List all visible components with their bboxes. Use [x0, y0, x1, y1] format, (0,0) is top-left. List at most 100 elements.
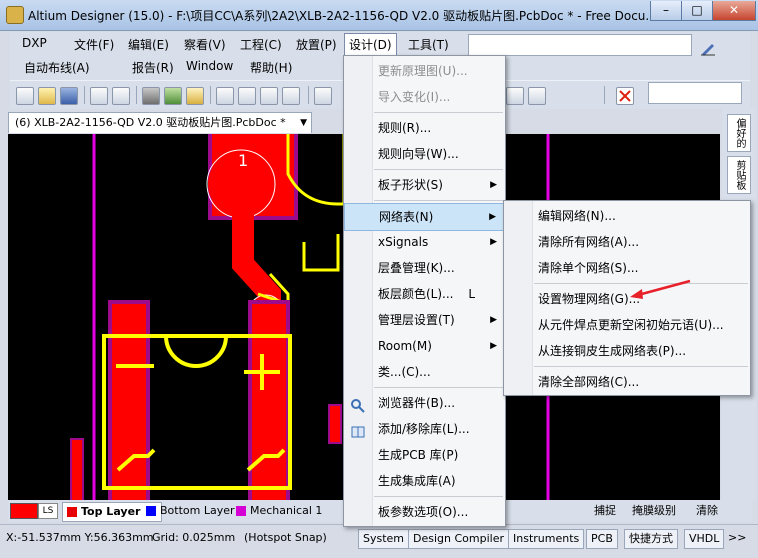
layer-set-button[interactable]: LS — [38, 503, 58, 519]
panel-button-design-compiler[interactable]: Design Compiler — [408, 529, 509, 549]
mask-level-button[interactable]: 掩膜级别 — [628, 502, 676, 520]
menu-help[interactable]: 帮助(H) — [246, 57, 296, 78]
clear-button[interactable]: 清除 — [692, 502, 718, 520]
zoom-filter-icon[interactable] — [282, 87, 300, 105]
board-icon[interactable] — [164, 87, 182, 105]
layer-color-swatch — [236, 506, 246, 516]
layer-color-swatch — [146, 506, 156, 516]
menu-dxp[interactable]: DXP — [18, 34, 51, 52]
snap-button[interactable]: 捕捉 — [590, 502, 616, 520]
toolbar-combo-top[interactable] — [468, 34, 692, 56]
menu-item-xsignals[interactable]: xSignals ▶ — [344, 229, 505, 255]
side-tab-clipboard[interactable]: 剪贴板 — [727, 156, 751, 194]
panel-button-system[interactable]: System — [358, 529, 410, 549]
menu-tools[interactable]: 工具(T) — [404, 34, 453, 55]
new-file-icon[interactable] — [16, 87, 34, 105]
menu-item-clear-all-networks[interactable]: 清除全部网络(C)... — [504, 369, 750, 395]
toolbar-separator — [308, 86, 309, 104]
pin1-notch — [164, 335, 228, 368]
menu-item-configure-physical-nets[interactable]: 设置物理网络(G)... — [504, 286, 750, 312]
menu-design[interactable]: 设计(D) — [344, 33, 397, 55]
menu-item-label: 清除所有网络(A)... — [538, 235, 640, 249]
cursor-coordinates: X:-51.537mm Y:56.363mm — [6, 531, 154, 544]
menu-reports[interactable]: 报告(R) — [128, 57, 178, 78]
zoom-area-icon[interactable] — [238, 87, 256, 105]
menu-item-rules[interactable]: 规则(R)... — [344, 115, 505, 141]
menu-item-update-free-primitives[interactable]: 从元件焊点更新空闲初始元语(U)... — [504, 312, 750, 338]
tab-dropdown-icon[interactable]: ▼ — [300, 113, 307, 133]
menu-item-clear-single-net[interactable]: 清除单个网络(S)... — [504, 255, 750, 281]
cut-icon[interactable] — [314, 87, 332, 105]
menu-item-board-options[interactable]: 板参数选项(O)... — [344, 499, 505, 525]
menu-view[interactable]: 察看(V) — [180, 34, 230, 55]
panel-button-instruments[interactable]: Instruments — [508, 529, 585, 549]
menu-item-netlist[interactable]: 网络表(N) ▶ — [344, 203, 505, 231]
window-title: Altium Designer (15.0) - F:\项目CC\A系列\2A2… — [28, 9, 657, 23]
menu-item-add-remove-library[interactable]: 添加/移除库(L)... — [344, 416, 505, 442]
menu-project[interactable]: 工程(C) — [236, 34, 286, 55]
layer-tab-mechanical1[interactable]: Mechanical 1 — [232, 502, 340, 520]
menu-separator — [374, 200, 503, 201]
menu-separator — [374, 387, 503, 388]
menu-item-classes[interactable]: 类...(C)... — [344, 359, 505, 385]
submenu-arrow-icon: ▶ — [490, 315, 497, 325]
menu-autoroute[interactable]: 自动布线(A) — [20, 57, 94, 78]
menu-item-make-integrated-library[interactable]: 生成集成库(A) — [344, 468, 505, 494]
toolbar-combo-right[interactable] — [648, 82, 742, 104]
menu-edit[interactable]: 编辑(E) — [124, 34, 173, 55]
library-book-icon — [351, 422, 365, 438]
menu-item-board-layer-colors[interactable]: 板层颜色(L)... L — [344, 281, 505, 307]
menu-item-clear-all-nets[interactable]: 清除所有网络(A)... — [504, 229, 750, 255]
current-layer-swatch[interactable] — [10, 503, 38, 519]
title-bar[interactable]: Altium Designer (15.0) - F:\项目CC\A系列\2A2… — [0, 0, 758, 31]
menu-window[interactable]: Window — [182, 57, 237, 75]
menu-item-label: 设置物理网络(G)... — [538, 292, 641, 306]
menu-place[interactable]: 放置(P) — [292, 34, 341, 55]
layer-stack-icon[interactable] — [142, 87, 160, 105]
undo-icon[interactable] — [506, 87, 524, 105]
print-preview-icon[interactable] — [112, 87, 130, 105]
menu-item-make-pcb-library[interactable]: 生成PCB 库(P) — [344, 442, 505, 468]
more-panels-button[interactable]: >> — [728, 531, 746, 544]
snap-mode: (Hotspot Snap) — [244, 531, 327, 544]
side-tab-favorites[interactable]: 偏好的 — [727, 114, 751, 152]
panel-button-shortcuts[interactable]: 快捷方式 — [624, 529, 678, 549]
menu-item-browse-components[interactable]: 浏览器件(B)... — [344, 390, 505, 416]
menu-item-room[interactable]: Room(M) ▶ — [344, 333, 505, 359]
menu-item-import-changes[interactable]: 导入变化(I)... — [344, 84, 505, 110]
toolbar-separator — [210, 86, 211, 104]
menu-item-update-schematic[interactable]: 更新原理图(U)... — [344, 58, 505, 84]
zoom-selected-icon[interactable] — [260, 87, 278, 105]
panel-button-pcb[interactable]: PCB — [586, 529, 618, 549]
panel-button-vhdl[interactable]: VHDL — [684, 529, 725, 549]
minimize-button[interactable]: – — [650, 1, 682, 21]
menu-item-label: 生成集成库(A) — [378, 474, 456, 488]
document-tab[interactable]: (6) XLB-2A2-1156-QD V2.0 驱动板贴片图.PcbDoc *… — [8, 112, 312, 133]
menu-item-create-netlist-from-copper[interactable]: 从连接铜皮生成网络表(P)... — [504, 338, 750, 364]
zoom-fit-icon[interactable] — [216, 87, 234, 105]
copper-pad — [330, 406, 340, 442]
menu-item-layer-stack-manager[interactable]: 层叠管理(K)... — [344, 255, 505, 281]
menu-item-board-shape[interactable]: 板子形状(S) ▶ — [344, 172, 505, 198]
open-folder-icon[interactable] — [38, 87, 56, 105]
menu-item-label: 板层颜色(L)... — [378, 287, 454, 301]
redo-icon[interactable] — [528, 87, 546, 105]
menu-item-edit-nets[interactable]: 编辑网络(N)... — [504, 203, 750, 229]
submenu-arrow-icon: ▶ — [490, 237, 497, 247]
menu-item-label: 网络表(N) — [379, 210, 434, 224]
menu-separator — [374, 496, 503, 497]
clear-filter-icon[interactable] — [616, 87, 634, 105]
menu-file[interactable]: 文件(F) — [70, 34, 118, 55]
edit-pencil-icon[interactable] — [700, 40, 716, 56]
menu-item-label: Room(M) — [378, 339, 432, 353]
menu-separator — [534, 366, 748, 367]
maximize-button[interactable]: □ — [681, 1, 713, 21]
save-icon[interactable] — [60, 87, 78, 105]
menu-item-rules-wizard[interactable]: 规则向导(W)... — [344, 141, 505, 167]
folder-icon[interactable] — [186, 87, 204, 105]
copper-pad — [72, 440, 82, 500]
close-button[interactable]: ✕ — [712, 1, 756, 21]
print-icon[interactable] — [90, 87, 108, 105]
menu-item-manage-layer-sets[interactable]: 管理层设置(T) ▶ — [344, 307, 505, 333]
menu-item-label: 清除全部网络(C)... — [538, 375, 640, 389]
